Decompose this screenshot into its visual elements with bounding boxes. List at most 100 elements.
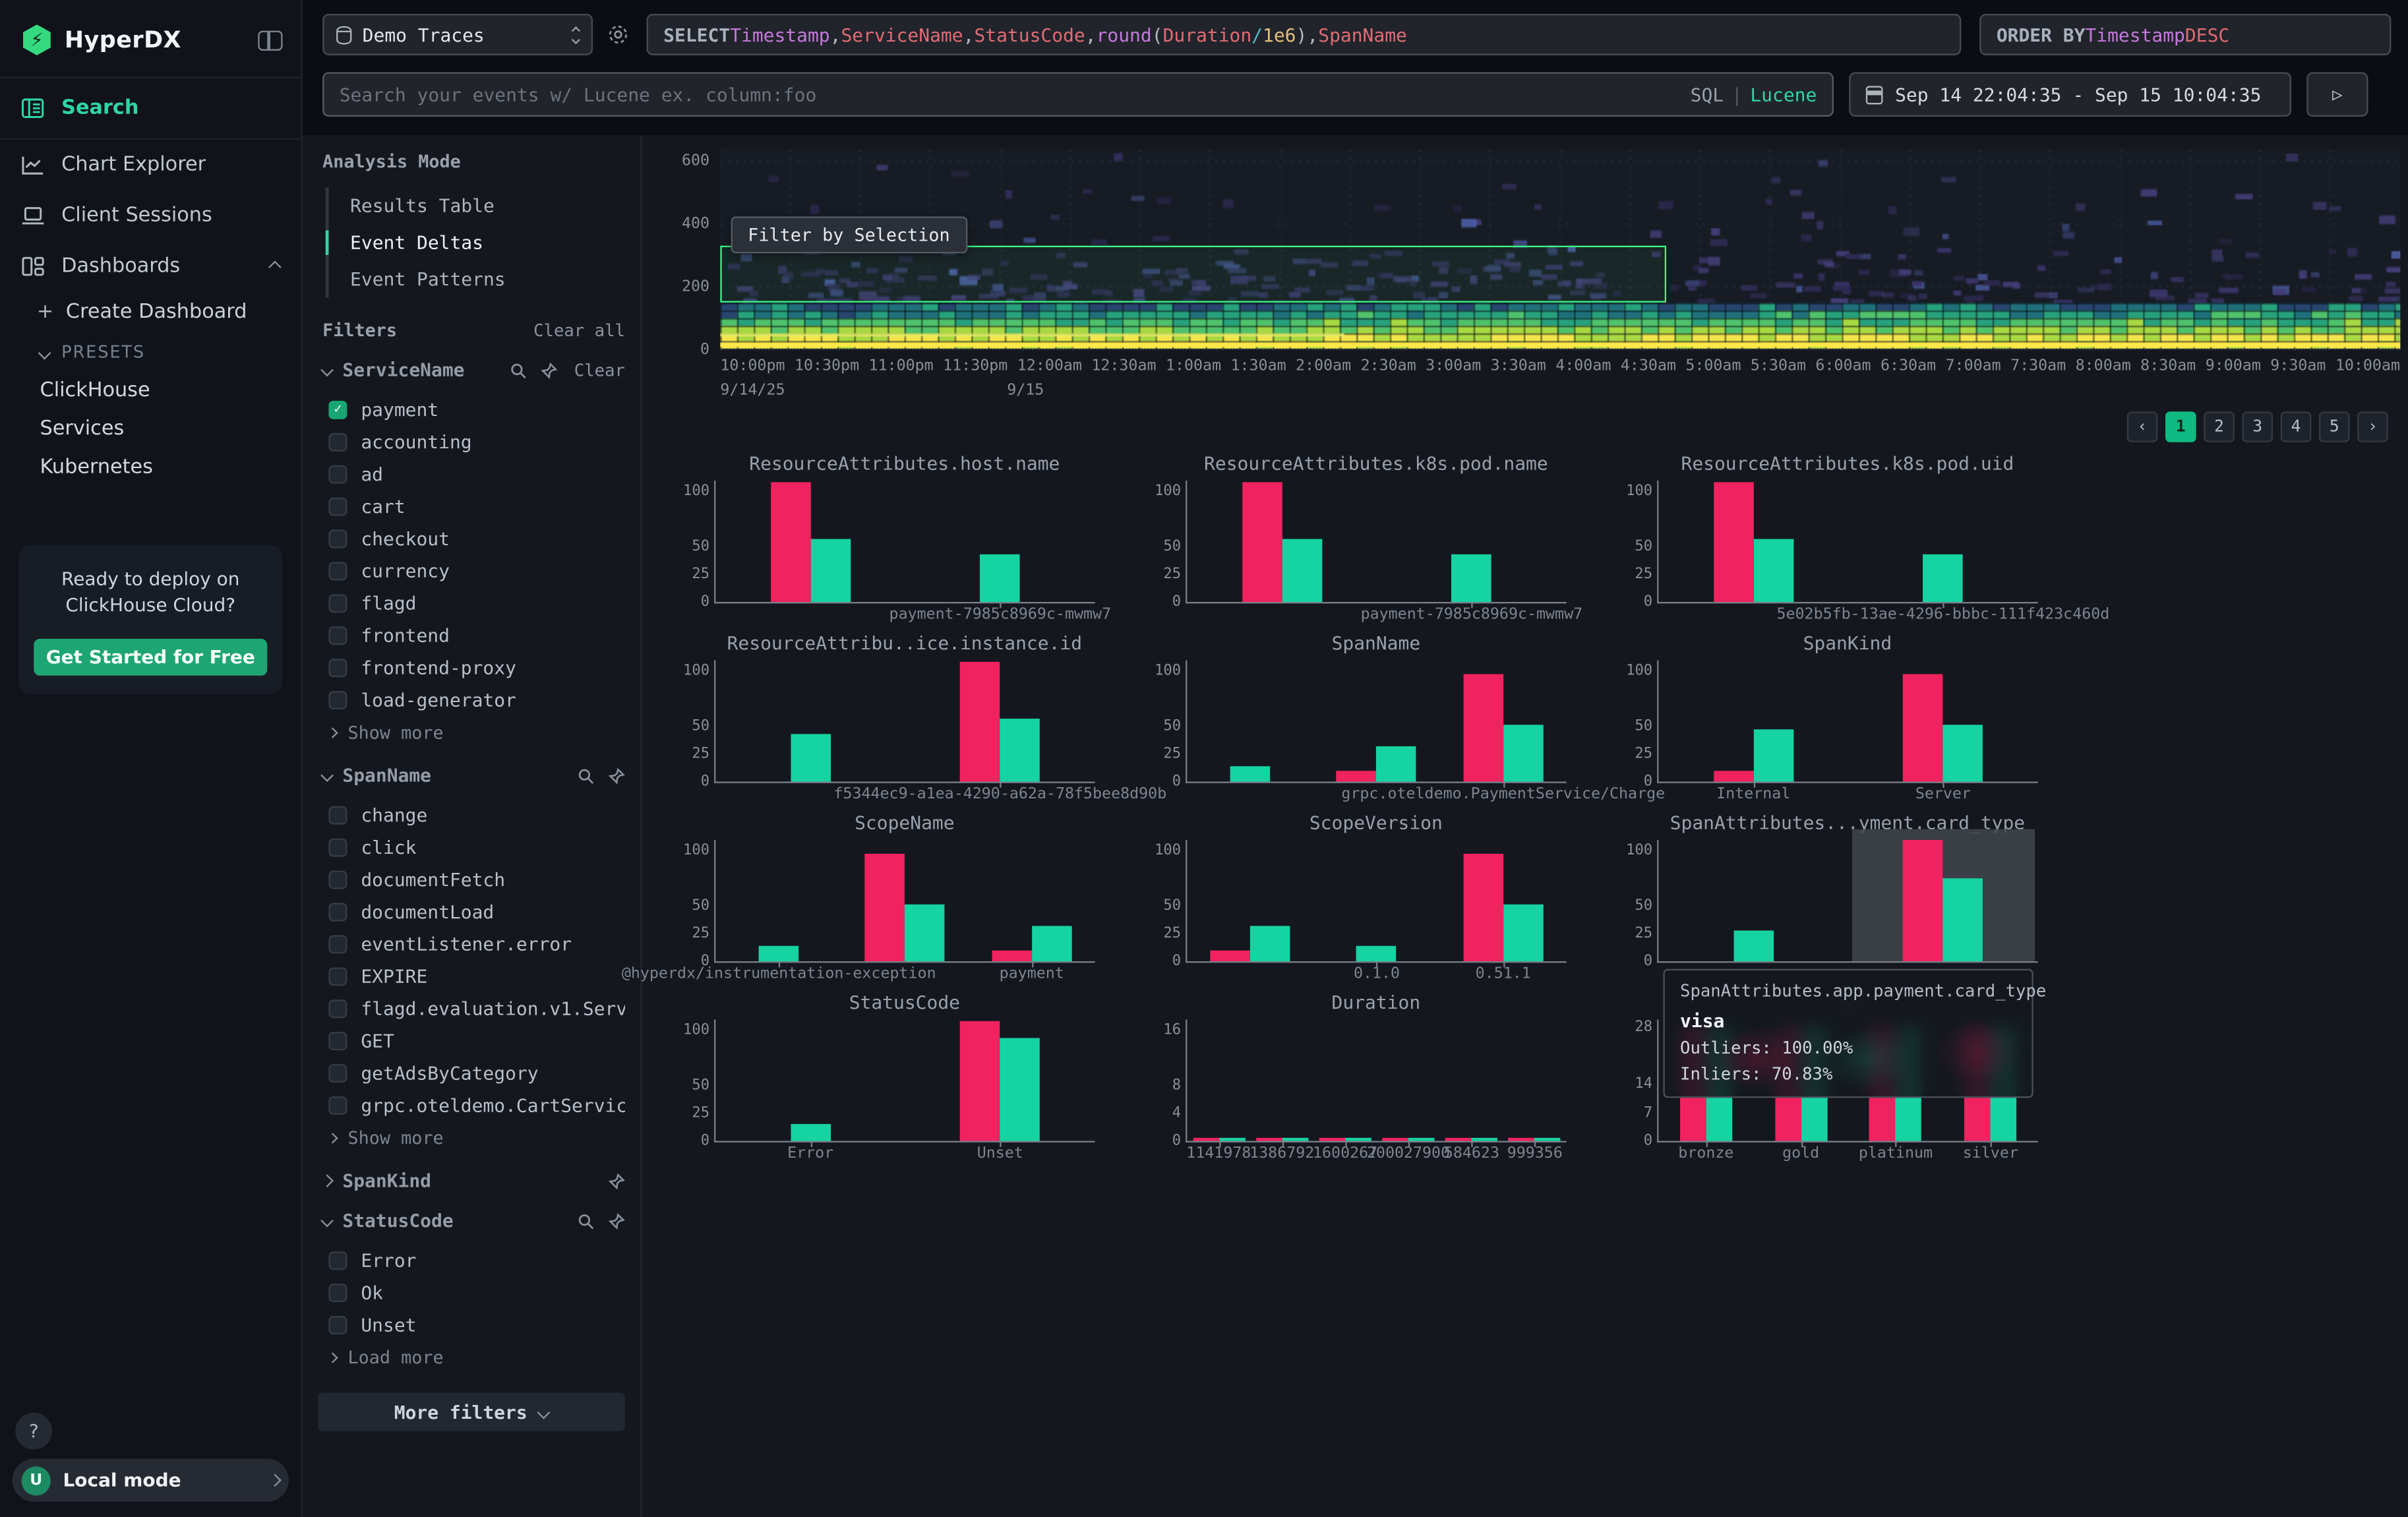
checkbox[interactable]: [328, 465, 347, 483]
local-mode-button[interactable]: U Local mode: [13, 1459, 289, 1502]
filter-option-click[interactable]: click: [322, 831, 625, 863]
preset-clickhouse[interactable]: ClickHouse: [0, 372, 301, 410]
filter-option-getadsbycategory[interactable]: getAdsByCategory: [322, 1056, 625, 1088]
sidebar-item-dashboards[interactable]: Dashboards: [0, 241, 301, 292]
data-source-select[interactable]: Demo Traces: [322, 14, 593, 55]
checkbox[interactable]: [328, 593, 347, 612]
outlier-bar[interactable]: [771, 483, 811, 602]
pin-icon[interactable]: [608, 767, 625, 784]
heatmap-plot[interactable]: Filter by Selection: [720, 149, 2400, 350]
filter-option-eventlistener-error[interactable]: eventListener.error: [322, 928, 625, 960]
preset-services[interactable]: Services: [0, 410, 301, 448]
page-button-5[interactable]: 5: [2319, 411, 2350, 442]
checkbox[interactable]: [328, 1063, 347, 1082]
outlier-bar[interactable]: [1337, 771, 1377, 782]
inlier-bar[interactable]: [759, 946, 799, 961]
inlier-bar[interactable]: [1345, 1138, 1371, 1141]
run-query-button[interactable]: ▷: [2306, 72, 2368, 117]
show-more-link[interactable]: Show more: [322, 1121, 625, 1152]
filter-option-accounting[interactable]: accounting: [322, 425, 625, 458]
filter-option-cart[interactable]: cart: [322, 490, 625, 522]
lang-toggle-lucene[interactable]: Lucene: [1750, 84, 1817, 105]
checkbox[interactable]: [328, 1251, 347, 1269]
filter-option-frontend[interactable]: frontend: [322, 619, 625, 651]
filter-option-checkout[interactable]: checkout: [322, 522, 625, 554]
filter-group-header-servicename[interactable]: ServiceNameClear: [322, 359, 625, 381]
filter-option-currency[interactable]: currency: [322, 554, 625, 587]
get-started-button[interactable]: Get Started for Free: [34, 638, 267, 675]
filter-group-header-spankind[interactable]: SpanKind: [322, 1170, 625, 1192]
filter-option-error[interactable]: Error: [322, 1244, 625, 1276]
search-icon[interactable]: [510, 362, 527, 379]
outlier-bar[interactable]: [1509, 1138, 1535, 1141]
lang-toggle-sql[interactable]: SQL: [1691, 84, 1724, 105]
inlier-bar[interactable]: [1503, 725, 1544, 782]
page-button-3[interactable]: 3: [2242, 411, 2273, 442]
inlier-bar[interactable]: [791, 734, 831, 782]
checkbox[interactable]: [328, 626, 347, 644]
inlier-bar[interactable]: [1535, 1138, 1561, 1141]
filter-option-flagd-evaluation-v1-serv-[interactable]: flagd.evaluation.v1.Serv…: [322, 992, 625, 1025]
outlier-bar[interactable]: [1242, 483, 1282, 602]
clear-filter-button[interactable]: Clear: [574, 360, 625, 380]
show-more-link[interactable]: Show more: [322, 715, 625, 746]
inlier-bar[interactable]: [1943, 725, 1983, 782]
filter-option-ad[interactable]: ad: [322, 458, 625, 490]
checkbox[interactable]: [328, 934, 347, 953]
checkbox[interactable]: [328, 870, 347, 888]
outlier-bar[interactable]: [1714, 771, 1754, 782]
pin-icon[interactable]: [608, 1212, 625, 1230]
checkbox[interactable]: [328, 1315, 347, 1334]
filter-option-payment[interactable]: ✓payment: [322, 393, 625, 425]
checkbox[interactable]: ✓: [328, 400, 347, 419]
checkbox[interactable]: [328, 1031, 347, 1050]
outlier-bar[interactable]: [1463, 853, 1503, 961]
inlier-bar[interactable]: [1230, 766, 1271, 781]
checkbox[interactable]: [328, 1283, 347, 1301]
sidebar-item-chart-explorer[interactable]: Chart Explorer: [0, 140, 301, 191]
page-button-1[interactable]: 1: [2165, 411, 2196, 442]
more-filters-button[interactable]: More filters: [318, 1392, 625, 1431]
outlier-bar[interactable]: [960, 1022, 1000, 1141]
pin-icon[interactable]: [608, 1172, 625, 1189]
inlier-bar[interactable]: [1000, 719, 1040, 781]
filter-option-unset[interactable]: Unset: [322, 1308, 625, 1340]
outlier-bar[interactable]: [1903, 674, 1943, 781]
search-icon[interactable]: [578, 767, 595, 784]
inlier-bar[interactable]: [1219, 1138, 1245, 1141]
filter-option-flagd[interactable]: flagd: [322, 587, 625, 619]
filter-option-ok[interactable]: Ok: [322, 1276, 625, 1308]
inlier-bar[interactable]: [1032, 926, 1072, 961]
inlier-bar[interactable]: [1753, 730, 1793, 782]
inlier-bar[interactable]: [1282, 539, 1322, 602]
checkbox[interactable]: [328, 999, 347, 1017]
inlier-bar[interactable]: [1733, 930, 1774, 961]
heatmap-selection[interactable]: [720, 245, 1666, 303]
help-button[interactable]: ?: [15, 1413, 52, 1450]
outlier-bar[interactable]: [1211, 950, 1251, 961]
inlier-bar[interactable]: [810, 539, 851, 602]
filter-option-expire[interactable]: EXPIRE: [322, 960, 625, 992]
checkbox[interactable]: [328, 658, 347, 676]
checkbox[interactable]: [328, 496, 347, 515]
outlier-bar[interactable]: [1256, 1138, 1282, 1141]
page-button-4[interactable]: 4: [2281, 411, 2312, 442]
page-next-button[interactable]: ›: [2357, 411, 2388, 442]
inlier-bar[interactable]: [1000, 1038, 1040, 1141]
outlier-bar[interactable]: [1382, 1138, 1408, 1141]
gear-icon[interactable]: [607, 23, 630, 46]
outlier-bar[interactable]: [1903, 840, 1943, 961]
collapse-sidebar-icon[interactable]: [258, 30, 282, 49]
outlier-bar[interactable]: [960, 663, 1000, 782]
filter-option-documentfetch[interactable]: documentFetch: [322, 863, 625, 895]
inlier-bar[interactable]: [1452, 554, 1492, 602]
checkbox[interactable]: [328, 690, 347, 709]
inlier-bar[interactable]: [1282, 1138, 1308, 1141]
search-icon[interactable]: [578, 1212, 595, 1230]
presets-toggle[interactable]: PRESETS: [0, 333, 301, 371]
outlier-bar[interactable]: [992, 950, 1032, 961]
load-more-link[interactable]: Load more: [322, 1340, 625, 1371]
outlier-bar[interactable]: [865, 853, 905, 961]
inlier-bar[interactable]: [1472, 1138, 1498, 1141]
inlier-bar[interactable]: [905, 904, 946, 961]
